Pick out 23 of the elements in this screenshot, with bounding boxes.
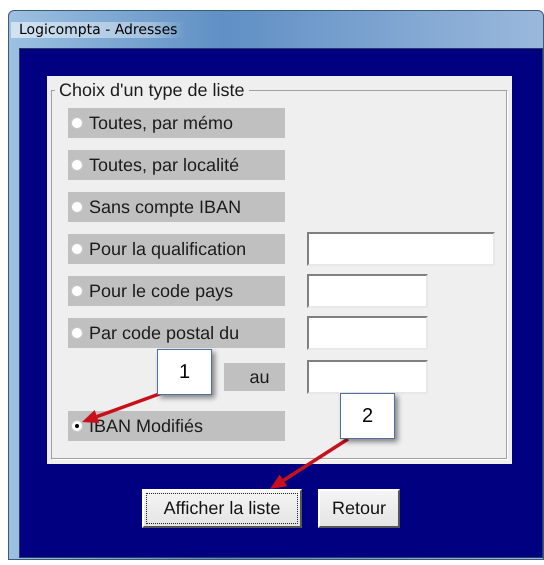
input-field[interactable] [307,316,428,350]
window-title: Logicompta - Adresses [11,22,186,38]
radio-button[interactable] [71,117,83,129]
callout-box: 1 [157,349,212,395]
radio-button[interactable] [71,420,83,432]
radio-button[interactable] [71,159,83,171]
radio-option[interactable]: Pour le code pays [68,276,285,306]
input-field[interactable] [307,360,428,394]
callout-box: 2 [340,393,395,439]
dialog-button[interactable]: Afficher la liste [142,489,302,528]
radio-option[interactable]: Toutes, par mémo [68,108,285,138]
radio-option[interactable]: Pour la qualification [68,234,285,264]
input-field[interactable] [307,232,495,266]
input-field[interactable] [307,274,428,308]
radio-button[interactable] [71,285,83,297]
radio-option[interactable]: Par code postal du [68,318,285,348]
radio-button[interactable] [71,201,83,213]
radio-option[interactable]: Toutes, par localité [68,150,285,180]
radio-option[interactable]: Sans compte IBAN [68,192,285,222]
radio-button[interactable] [71,243,83,255]
range-end-label: au [224,363,285,391]
dialog-button[interactable]: Retour [318,489,400,528]
radio-button[interactable] [71,327,83,339]
